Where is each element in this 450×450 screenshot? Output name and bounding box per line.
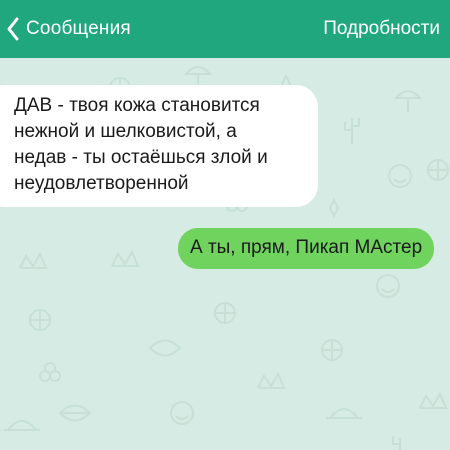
conversation-area[interactable]: ДАВ - твоя кожа становится нежной и шелк… bbox=[0, 58, 450, 450]
cactus-icon bbox=[392, 436, 401, 450]
umbrella-icon bbox=[393, 90, 423, 112]
basketball-icon bbox=[321, 339, 343, 361]
message-text-line: нежной и шелковистой, а bbox=[14, 121, 237, 142]
back-button-label: Сообщения bbox=[26, 18, 131, 39]
food-tray-icon bbox=[4, 420, 40, 431]
navigation-bar: Сообщения Подробности bbox=[0, 0, 450, 58]
clover-icon bbox=[39, 362, 61, 382]
crown-icon bbox=[19, 251, 48, 269]
chevron-left-icon bbox=[6, 17, 20, 41]
smiley-icon bbox=[388, 164, 412, 188]
cactus-icon bbox=[344, 118, 360, 144]
food-tray-icon bbox=[326, 408, 362, 419]
leaf-icon bbox=[58, 404, 92, 422]
message-text-line: А ты, прям, Пикап МАстер bbox=[190, 237, 423, 258]
leaf-icon bbox=[148, 339, 182, 357]
message-text-line: недав - ты остаёшься злой и bbox=[14, 147, 268, 168]
crown-icon bbox=[419, 391, 448, 409]
message-text-line: ДАВ - твоя кожа становится bbox=[14, 95, 260, 116]
details-button[interactable]: Подробности bbox=[323, 14, 440, 44]
sparkle-icon bbox=[328, 197, 340, 219]
crown-icon bbox=[111, 249, 140, 267]
basketball-icon bbox=[427, 159, 449, 181]
smiley-icon bbox=[376, 274, 400, 298]
crown-icon bbox=[257, 371, 286, 389]
back-button[interactable]: Сообщения bbox=[6, 14, 131, 44]
basketball-icon bbox=[29, 309, 51, 331]
smiley-icon bbox=[170, 401, 194, 425]
outgoing-message-bubble[interactable]: А ты, прям, Пикап МАстер bbox=[178, 228, 435, 269]
message-text-line: неудовлетворенной bbox=[14, 173, 189, 194]
basketball-icon bbox=[214, 302, 236, 324]
incoming-message-bubble[interactable]: ДАВ - твоя кожа становится нежной и шелк… bbox=[0, 85, 318, 207]
